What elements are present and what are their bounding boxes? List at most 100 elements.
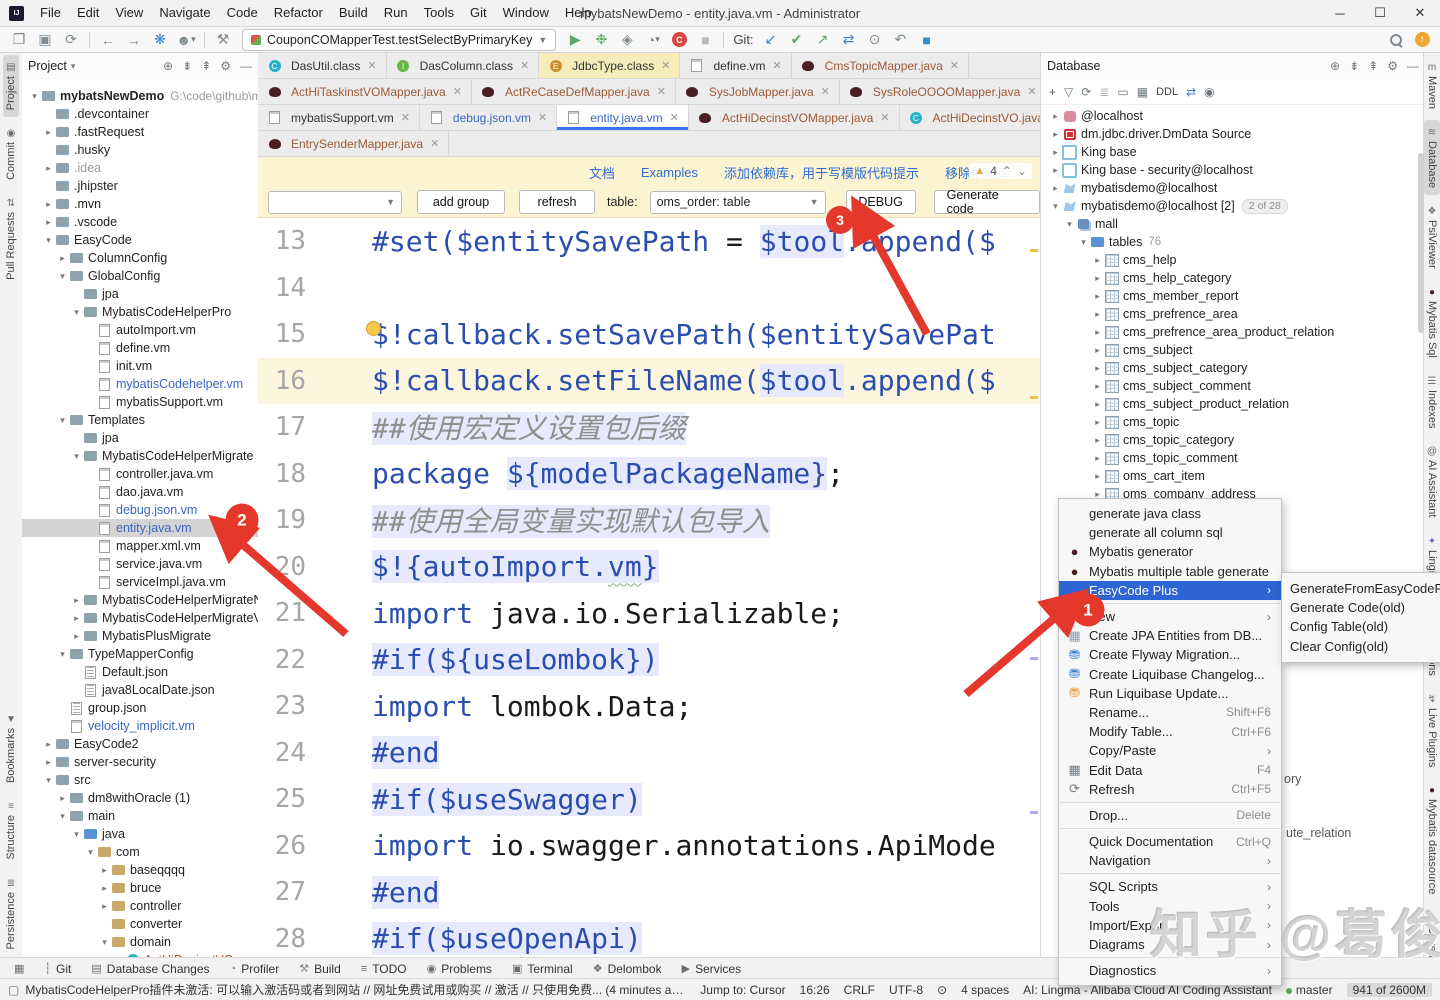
tool-strip-item-indexes[interactable]: ☰Indexes	[1424, 369, 1440, 436]
tree-item-autoimport-vm[interactable]: autoImport.vm	[22, 321, 258, 339]
editor-tab-entity-java-vm[interactable]: entity.java.vm✕	[557, 105, 689, 130]
update-project-icon[interactable]: ↙	[765, 31, 777, 48]
tree-item-mybatiscodehelper-vm[interactable]: mybatisCodehelper.vm	[22, 375, 258, 393]
template-link[interactable]: Examples	[641, 165, 698, 180]
console-square-icon[interactable]: ■	[922, 32, 930, 48]
tree-item-controller[interactable]: ▸controller	[22, 897, 258, 915]
tree-item-globalconfig[interactable]: ▾GlobalConfig	[22, 267, 258, 285]
chevron-down-icon[interactable]: ⌄	[1017, 164, 1027, 178]
close-button[interactable]: ✕	[1400, 0, 1440, 26]
jump-to-icon[interactable]: ⇄	[1186, 85, 1196, 99]
sync-icon[interactable]: ⟳	[65, 31, 77, 48]
menu-item-generate-java-class[interactable]: generate java class	[1059, 504, 1281, 523]
tool-strip-item-mybatis-sql[interactable]: ●Mybatis Sql	[1424, 280, 1440, 365]
menu-item-create-jpa-entities-from-db-[interactable]: ▦Create JPA Entities from DB...	[1059, 626, 1281, 645]
back-button[interactable]: ←	[96, 29, 120, 51]
tree-item-group-json[interactable]: group.json	[22, 699, 258, 717]
close-tab-icon[interactable]: ✕	[430, 137, 439, 150]
run-button[interactable]: ▶	[563, 29, 587, 51]
menu-item-create-flyway-migration-[interactable]: ⛃Create Flyway Migration...	[1059, 645, 1281, 664]
tree-item-cms-help[interactable]: ▸cms_help	[1041, 251, 1425, 269]
status-item--[interactable]: ⊙	[937, 983, 947, 997]
tree-item-com[interactable]: ▾com	[22, 843, 258, 861]
status-item-4-spaces[interactable]: 4 spaces	[961, 983, 1009, 997]
editor-tab-define-vm[interactable]: define.vm✕	[680, 53, 791, 78]
tree-item--devcontainer[interactable]: .devcontainer	[22, 105, 258, 123]
locate-icon[interactable]: ⊕	[1330, 59, 1340, 73]
forward-icon[interactable]: →	[127, 32, 141, 48]
tool-strip-item-persistence[interactable]: ≣Persistence	[3, 871, 19, 956]
submenu-item-generate-code-old-[interactable]: Generate Code(old)	[1282, 598, 1440, 617]
toolwindow-switcher[interactable]: ▦	[6, 958, 32, 979]
tool-strip-item-database[interactable]: ≋Database	[1424, 120, 1440, 195]
debug-button[interactable]: DEBUG	[846, 190, 916, 214]
info-stripe-mark[interactable]	[1030, 657, 1038, 660]
template-link[interactable]: 文档	[589, 163, 615, 182]
tree-item-entity-java-vm[interactable]: entity.java.vm	[22, 519, 258, 537]
open-folder-button[interactable]: ❒	[7, 29, 31, 51]
tree-item-cms-topic-category[interactable]: ▸cms_topic_category	[1041, 431, 1425, 449]
save-button[interactable]: ▣	[33, 29, 57, 51]
collapse-all-icon[interactable]: ⇞	[1368, 59, 1378, 73]
tool-strip-item-structure[interactable]: ≡Structure	[3, 794, 19, 867]
menu-item-modify-table-[interactable]: Modify Table...Ctrl+F6	[1059, 722, 1281, 741]
warning-stripe-mark[interactable]	[1030, 396, 1038, 399]
tree-item-server-security[interactable]: ▸server-security	[22, 753, 258, 771]
close-tab-icon[interactable]: ✕	[880, 111, 889, 124]
status-item-utf-8[interactable]: UTF-8	[889, 983, 923, 997]
menu-run[interactable]: Run	[376, 0, 416, 26]
record-button[interactable]: C	[667, 29, 691, 51]
data-grid-icon[interactable]: ▦	[1137, 85, 1148, 99]
tool-strip-item-psiviewer[interactable]: ❖PsiViewer	[1424, 199, 1440, 276]
minimize-button[interactable]: ─	[1320, 0, 1360, 26]
history-icon[interactable]: ⊙	[869, 31, 881, 48]
menu-item-run-liquibase-update-[interactable]: ⛃Run Liquibase Update...	[1059, 684, 1281, 703]
tree-item-templates[interactable]: ▾Templates	[22, 411, 258, 429]
close-tab-icon[interactable]: ✕	[520, 59, 529, 72]
status-message[interactable]: MybatisCodeHelperPro插件未激活: 可以输入激活码或者到网站 …	[25, 981, 685, 998]
editor-tab-entrysendermapper-java[interactable]: EntrySenderMapper.java✕	[258, 131, 449, 156]
sync-button[interactable]: ⟳	[59, 29, 83, 51]
tree-item-src[interactable]: ▾src	[22, 771, 258, 789]
update-project-button[interactable]: ↙	[759, 29, 783, 51]
menu-file[interactable]: File	[32, 0, 69, 26]
status-item-jump-to-cursor[interactable]: Jump to: Cursor	[700, 983, 785, 997]
template-link[interactable]: 添加依赖库，用于写模版代码提示	[724, 163, 919, 182]
menu-help[interactable]: Help	[557, 0, 600, 26]
console-icon[interactable]: ▭	[1117, 85, 1128, 99]
menu-refactor[interactable]: Refactor	[266, 0, 331, 26]
menu-item-quick-documentation[interactable]: Quick DocumentationCtrl+Q	[1059, 832, 1281, 851]
tree-item-jpa[interactable]: jpa	[22, 285, 258, 303]
editor-tab-sysjobmapper-java[interactable]: SysJobMapper.java✕	[676, 79, 840, 104]
menu-item-create-liquibase-changelog-[interactable]: ⛃Create Liquibase Changelog...	[1059, 665, 1281, 684]
toolwindow-problems[interactable]: ◉Problems	[419, 958, 500, 979]
menu-view[interactable]: View	[107, 0, 151, 26]
warning-stripe-mark[interactable]	[1030, 249, 1038, 252]
tree-item-service-java-vm[interactable]: service.java.vm	[22, 555, 258, 573]
tree-item-cms-topic-comment[interactable]: ▸cms_topic_comment	[1041, 449, 1425, 467]
build-hammer-icon[interactable]: ⚒	[217, 31, 230, 48]
tree-item-dm8withoracle-1-[interactable]: ▸dm8withOracle (1)	[22, 789, 258, 807]
menu-item-copy-paste[interactable]: Copy/Paste›	[1059, 741, 1281, 760]
inspection-widget[interactable]: ▲ 4 ⌃ ⌄	[969, 163, 1032, 179]
intention-bulb-icon[interactable]	[366, 321, 381, 336]
editor-tab-actrecasedefmapper-java[interactable]: ActReCaseDefMapper.java✕	[472, 79, 676, 104]
toolwindow-delombok[interactable]: ❖Delombok	[585, 958, 670, 979]
run-icon[interactable]: ▶	[570, 31, 581, 48]
tree-item-init-vm[interactable]: init.vm	[22, 357, 258, 375]
editor-tab-dascolumn-class[interactable]: DasColumn.class✕	[387, 53, 540, 78]
locate-icon[interactable]: ⊕	[163, 59, 173, 73]
settings-icon[interactable]: ⚙	[220, 59, 231, 73]
tree-item-mybatiscodehelpermigratev[interactable]: ▸MybatisCodeHelperMigrateV	[22, 609, 258, 627]
menu-git[interactable]: Git	[462, 0, 495, 26]
expand-all-icon[interactable]: ⇟	[182, 59, 192, 73]
tree-item-velocity-implicit-vm[interactable]: velocity_implicit.vm	[22, 717, 258, 735]
tool-strip-item-ai-assistant[interactable]: @AI Assistant	[1424, 439, 1440, 524]
hide-icon[interactable]: —	[240, 59, 252, 73]
tree-item-typemapperconfig[interactable]: ▾TypeMapperConfig	[22, 645, 258, 663]
tree-item--mvn[interactable]: ▸.mvn	[22, 195, 258, 213]
coverage-button[interactable]: ◈	[615, 29, 639, 51]
tree-item-jpa[interactable]: jpa	[22, 429, 258, 447]
expand-all-icon[interactable]: ⇟	[1349, 59, 1359, 73]
maximize-button[interactable]: ☐	[1360, 0, 1400, 26]
